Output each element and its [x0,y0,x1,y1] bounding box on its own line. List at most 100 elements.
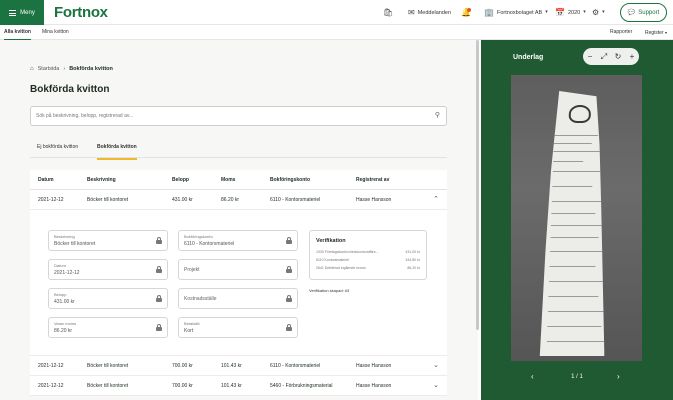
zoom-controls: − ⤢ ↻ + [583,48,639,65]
table-row[interactable]: 2021-12-12 Böcker till kontoret 700.00 k… [30,356,447,376]
verification-line-amount: 86,20 kr [407,266,420,270]
shopping-bag-button[interactable]: 🛍 [383,0,393,25]
receipt-image [511,75,642,361]
account-field: Bokföringskonto 6110 - Kontorsmateriel [178,230,298,251]
chevron-down-icon[interactable]: ⌄ [433,356,439,376]
verification-title: Verifikation [316,238,346,244]
column-header[interactable]: Bokföringskonto [270,170,310,190]
settings-button[interactable]: ⚙ ▾ [592,0,605,25]
zoom-in-icon[interactable]: + [626,51,638,63]
zoom-out-icon[interactable]: − [584,51,596,63]
breadcrumb-separator-icon: › [63,66,66,72]
table-header: Datum Beskrivning Belopp Moms Bokförings… [30,170,447,190]
verification-line-amount: 344,80 kr [405,258,420,262]
payment-method-value: Kort [184,328,194,334]
scrollbar[interactable] [476,40,479,330]
home-icon: ⌂ [30,66,34,72]
chevron-down-icon: ▾ [602,9,605,15]
cell-vat: 86.20 kr [221,197,240,203]
support-button[interactable]: 💬 Support [620,3,667,22]
amount-field: Belopp 431.00 kr [48,288,168,309]
chevron-down-icon: ▾ [545,9,548,15]
sub-navigation: Alla kvitton Mina kvitton Rapporter Regi… [0,25,673,40]
company-selector[interactable]: 🏢 Fortnoxbolaget AB ▾ [484,0,548,25]
description-label: Beskrivning [54,234,75,239]
table-row[interactable]: 2021-12-12 Böcker till kontoret 700.00 k… [30,376,447,396]
gear-icon: ⚙ [592,7,600,17]
date-value: 2021-12-12 [54,270,80,276]
chevron-right-icon[interactable]: › [617,370,620,384]
cell-description: Böcker till kontoret [87,363,129,369]
lock-icon [156,266,162,273]
column-header[interactable]: Belopp [172,170,189,190]
tab-all-receipts[interactable]: Alla kvitton [4,25,31,40]
chevron-left-icon[interactable]: ‹ [531,370,534,384]
fortnox-logo[interactable]: Fortnox [54,4,108,21]
cell-amount: 700.00 kr [172,363,193,369]
vat-value: 86.20 kr [54,328,73,334]
verification-line-label: 1930 Företagskonto/checkkonto/affärs... [316,250,379,254]
verification-line-label: 2641 Debiterad ingående moms [316,266,366,270]
cost-center-placeholder: Kostnadsställe [184,296,217,302]
tab-booked-receipts[interactable]: Bokförda kvitton [97,144,137,160]
description-value: Böcker till kontoret [54,241,96,247]
lock-icon [156,237,162,244]
search-input[interactable]: Sök på beskrivning, belopp, registrerad … [30,106,447,126]
table-row[interactable]: 2021-12-12 Böcker till kontoret 431.00 k… [30,190,447,210]
column-header[interactable]: Beskrivning [87,170,116,190]
cell-date: 2021-12-12 [38,383,64,389]
verification-link[interactable]: Verifikation skapad: #3 [309,288,349,293]
chevron-down-icon: ▾ [665,30,668,35]
store-logo-icon [569,105,592,123]
project-placeholder: Projekt [184,267,200,273]
search-placeholder: Sök på beskrivning, belopp, registrerad … [36,113,134,119]
cell-description: Böcker till kontoret [87,383,129,389]
search-icon[interactable]: ⚲ [435,112,440,119]
fit-screen-icon[interactable]: ⤢ [598,51,610,63]
verification-line-label: 6110 Kontorsmateriel [316,258,350,262]
column-header[interactable]: Datum [38,170,54,190]
lock-icon [156,295,162,302]
cell-date: 2021-12-12 [38,363,64,369]
menu-button[interactable]: Meny [0,0,44,25]
lock-icon [286,295,292,302]
receipts-table: Datum Beskrivning Belopp Moms Bokförings… [30,170,447,396]
tab-unbooked-receipts[interactable]: Ej bokförda kvitton [37,144,78,150]
cell-account: 5460 - Förbrukningsmaterial [270,383,333,389]
support-label: Support [638,9,660,16]
page-title: Bokförda kvitton [30,84,110,95]
vat-field: Varav moms 86.20 kr [48,317,168,338]
pager: ‹ 1 / 1 › [481,370,673,384]
chevron-up-icon[interactable]: ⌃ [433,190,439,210]
account-value: 6110 - Kontorsmateriel [184,241,235,247]
document-viewer: Underlag − ⤢ ↻ + ‹ 1 / 1 › [481,40,673,400]
company-label: Fortnoxbolaget AB [496,9,543,16]
cell-vat: 101.43 kr [221,363,242,369]
register-link[interactable]: Register ▾ [645,25,667,40]
column-header[interactable]: Moms [221,170,235,190]
cell-registered-by: Hasse Hansson [356,363,392,369]
breadcrumb: ⌂ Startsida › Bokförda kvitton [30,66,113,72]
cell-account: 6110 - Kontorsmateriel [270,197,321,203]
chevron-down-icon: ▾ [583,9,586,15]
chevron-down-icon[interactable]: ⌄ [433,376,439,396]
top-bar: Meny Fortnox 🛍 ✉ Meddelanden 🔔 🏢 Fortnox… [0,0,673,25]
notification-dot [467,8,471,12]
lock-icon [156,324,162,331]
reports-link[interactable]: Rapporter [610,25,632,40]
messages-button[interactable]: ✉ Meddelanden [408,0,451,25]
lock-icon [286,266,292,273]
receipt-tabs: Ej bokförda kvitton Bokförda kvitton [30,138,447,160]
cell-vat: 101.43 kr [221,383,242,389]
breadcrumb-home[interactable]: Startsida [38,66,60,72]
rotate-icon[interactable]: ↻ [612,51,624,63]
tab-my-receipts[interactable]: Mina kvitton [42,25,69,40]
cell-date: 2021-12-12 [38,197,64,203]
year-selector[interactable]: 📅 2020 ▾ [555,0,586,25]
document-title: Underlag [513,54,544,61]
notifications-button[interactable]: 🔔 [461,0,471,25]
description-field: Beskrivning Böcker till kontoret [48,230,168,251]
chat-icon: 💬 [627,9,636,16]
column-header[interactable]: Registrerat av [356,170,389,190]
breadcrumb-current: Bokförda kvitton [69,66,113,72]
